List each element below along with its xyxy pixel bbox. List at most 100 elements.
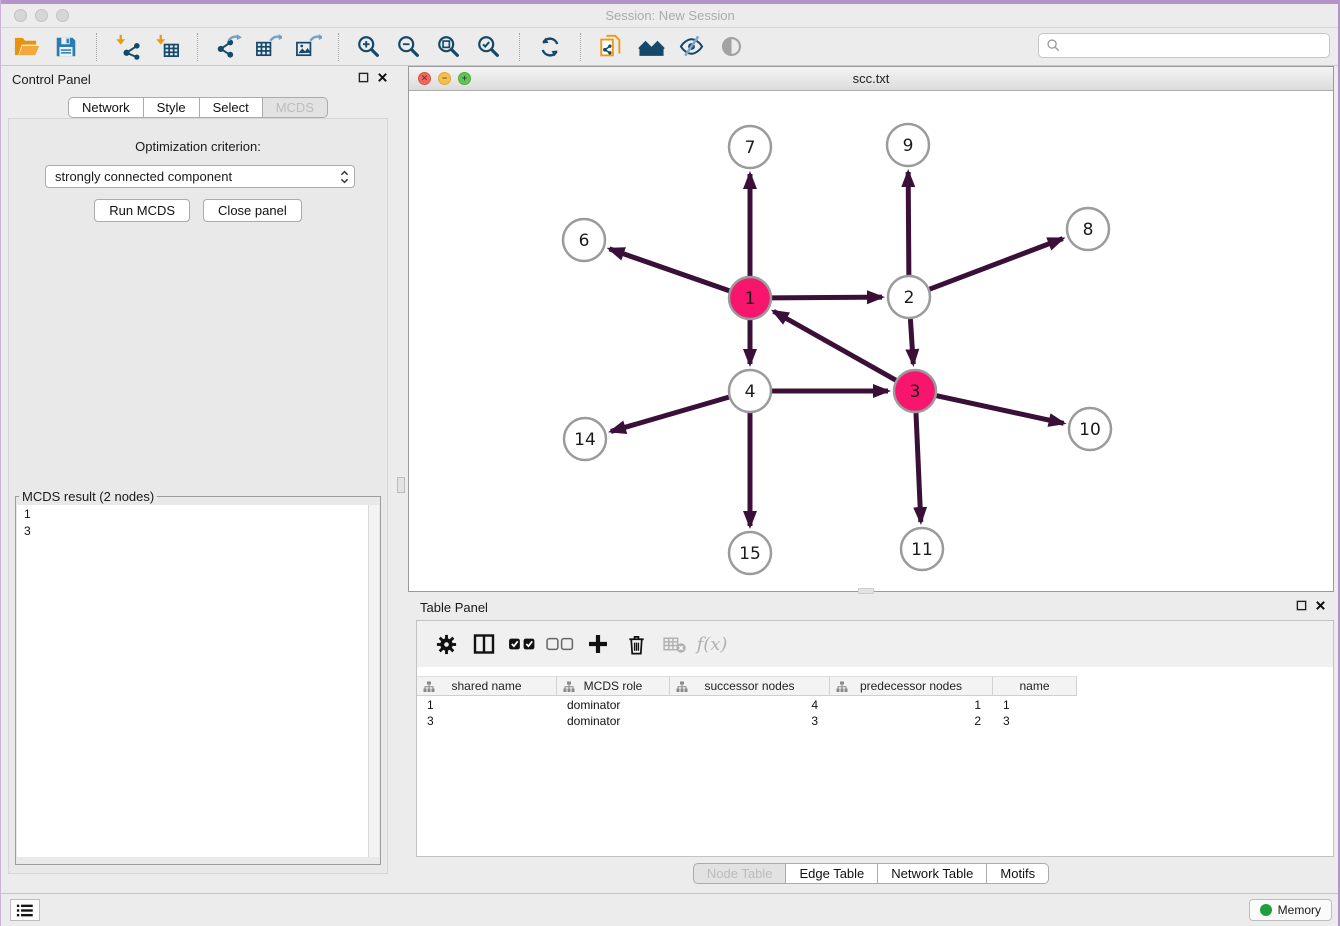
table-tab-edge-table[interactable]: Edge Table [786, 863, 878, 884]
table-tab-motifs[interactable]: Motifs [987, 863, 1049, 884]
table-tab-node-table[interactable]: Node Table [693, 863, 787, 884]
apply-preferred-layout-button[interactable] [530, 30, 570, 64]
graph-edge-2-8[interactable] [930, 239, 1063, 290]
select-all-columns-button[interactable] [503, 626, 541, 662]
vertical-splitter-handle[interactable] [397, 477, 405, 493]
graph-edge-1-2[interactable] [772, 297, 882, 298]
graph-node-2[interactable]: 2 [888, 276, 930, 318]
column-header-predecessor-nodes[interactable]: predecessor nodes [830, 676, 993, 696]
mcds-result-text[interactable]: 1 3 [17, 505, 379, 540]
show-column-panel-button[interactable] [465, 626, 503, 662]
graph-node-11[interactable]: 11 [901, 528, 943, 570]
open-session-button[interactable] [6, 30, 46, 64]
graph-node-6[interactable]: 6 [563, 219, 605, 261]
columns-icon [472, 632, 496, 656]
column-header-mcds-role[interactable]: MCDS role [557, 676, 670, 696]
tab-style[interactable]: Style [144, 97, 200, 118]
graph-edge-2-3[interactable] [910, 319, 913, 364]
zoom-out-button[interactable] [389, 30, 429, 64]
zoom-selected-icon [476, 34, 502, 60]
cell-shared-name[interactable]: 3 [417, 713, 557, 729]
import-table-from-file-button[interactable] [147, 30, 187, 64]
list-icon [16, 903, 34, 918]
cell-predecessor-nodes[interactable]: 1 [830, 697, 993, 713]
graph-node-10[interactable]: 10 [1069, 408, 1111, 450]
network-canvas[interactable]: 7 9 6 8 1 2 4 3 14 10 15 11 [409, 91, 1333, 591]
graph-edge-3-10[interactable] [936, 396, 1063, 424]
graph-node-15[interactable]: 15 [729, 532, 771, 574]
graph-edge-2-9[interactable] [908, 172, 909, 275]
zoom-fit-content-button[interactable] [429, 30, 469, 64]
svg-text:14: 14 [574, 430, 596, 450]
column-header-shared-name[interactable]: shared name [417, 676, 557, 696]
graph-edge-4-14[interactable] [611, 397, 729, 431]
close-panel-button[interactable]: Close panel [203, 199, 302, 222]
search-field-wrap [1038, 33, 1330, 58]
zoom-in-icon [356, 34, 382, 60]
show-graphics-details-button[interactable] [711, 30, 751, 64]
import-network-from-file-button[interactable] [107, 30, 147, 64]
svg-text:1: 1 [745, 289, 756, 309]
export-table-button[interactable] [248, 30, 288, 64]
unselect-all-columns-button[interactable] [541, 626, 579, 662]
tab-select[interactable]: Select [200, 97, 263, 118]
graph-node-7[interactable]: 7 [729, 126, 771, 168]
graph-node-3[interactable]: 3 [894, 370, 936, 412]
table-settings-button[interactable] [427, 626, 465, 662]
search-input[interactable] [1061, 36, 1329, 56]
column-label: shared name [451, 679, 521, 693]
table-tab-network-table[interactable]: Network Table [878, 863, 987, 884]
network-window-titlebar[interactable]: ✕ − + scc.txt [409, 67, 1333, 91]
create-column-button[interactable] [579, 626, 617, 662]
graph-node-1[interactable]: 1 [729, 277, 771, 319]
graph-node-4[interactable]: 4 [729, 370, 771, 412]
float-panel-icon[interactable] [358, 72, 369, 83]
graph-edge-1-6[interactable] [609, 249, 729, 291]
export-network-button[interactable] [208, 30, 248, 64]
result-scrollbar[interactable] [368, 505, 379, 857]
tab-mcds[interactable]: MCDS [263, 97, 328, 118]
table-row-2[interactable]: 3dominator323 [417, 713, 1333, 729]
column-header-name[interactable]: name [993, 676, 1077, 696]
horizontal-splitter-handle[interactable] [858, 588, 874, 594]
delete-columns-button[interactable] [617, 626, 655, 662]
toolbar-separator [580, 33, 581, 61]
cell-shared-name[interactable]: 1 [417, 697, 557, 713]
graph-edge-3-1[interactable] [774, 311, 896, 380]
criterion-dropdown[interactable]: strongly connected component [45, 165, 355, 188]
cell-successor-nodes[interactable]: 3 [670, 713, 830, 729]
cell-mcds-role[interactable]: dominator [557, 713, 670, 729]
duplicate-network-button[interactable] [591, 30, 631, 64]
task-history-button[interactable] [10, 899, 40, 921]
table-row-1[interactable]: 1dominator411 [417, 697, 1333, 713]
delete-table-button[interactable] [655, 626, 693, 662]
cell-mcds-role[interactable]: dominator [557, 697, 670, 713]
tab-network[interactable]: Network [68, 97, 144, 118]
close-table-panel-icon[interactable] [1315, 600, 1326, 611]
first-neighbors-button[interactable] [631, 30, 671, 64]
function-builder-button[interactable]: f(x) [693, 626, 731, 662]
float-table-panel-icon[interactable] [1296, 600, 1307, 611]
trash-icon [625, 633, 648, 656]
run-mcds-button[interactable]: Run MCDS [94, 199, 190, 222]
zoom-selected-button[interactable] [469, 30, 509, 64]
column-header-successor-nodes[interactable]: successor nodes [670, 676, 830, 696]
hide-selected-button[interactable] [671, 30, 711, 64]
cell-successor-nodes[interactable]: 4 [670, 697, 830, 713]
graph-node-8[interactable]: 8 [1067, 208, 1109, 250]
export-image-button[interactable] [288, 30, 328, 64]
close-panel-icon[interactable] [377, 72, 388, 83]
graph-node-14[interactable]: 14 [564, 418, 606, 460]
cell-name[interactable]: 1 [993, 697, 1077, 713]
criterion-value: strongly connected component [55, 169, 232, 184]
main-titlebar: Session: New Session [0, 4, 1340, 28]
zoom-fit-icon [436, 34, 462, 60]
cell-name[interactable]: 3 [993, 713, 1077, 729]
folder-open-icon [13, 33, 40, 60]
cell-predecessor-nodes[interactable]: 2 [830, 713, 993, 729]
save-session-button[interactable] [46, 30, 86, 64]
graph-node-9[interactable]: 9 [887, 124, 929, 166]
memory-button[interactable]: Memory [1249, 899, 1332, 921]
zoom-in-button[interactable] [349, 30, 389, 64]
graph-edge-3-11[interactable] [916, 413, 921, 522]
